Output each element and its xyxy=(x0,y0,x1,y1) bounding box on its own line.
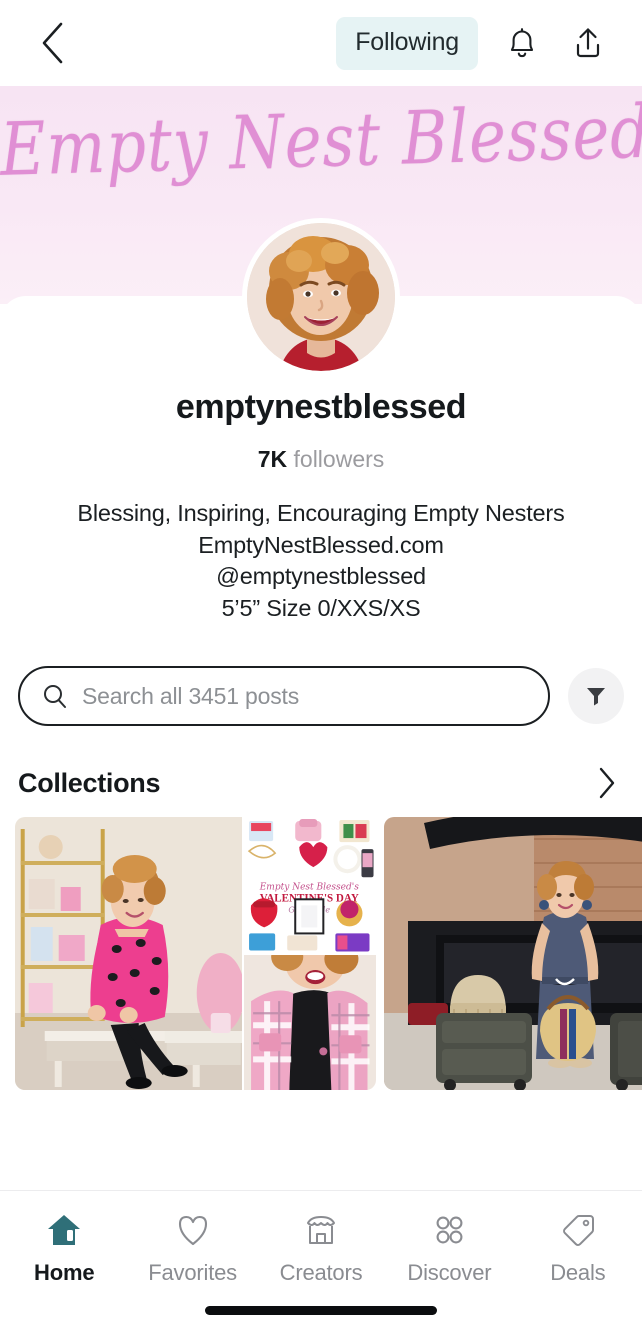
valentines-main-photo-icon xyxy=(15,817,243,1090)
collection-thumbnails: Empty Nest Blessed's VALENTINE'S DAY Gif… xyxy=(15,817,376,1090)
valentines-plaid-photo-icon xyxy=(244,954,376,1090)
collection-thumbnail xyxy=(15,817,243,1090)
storefront-icon xyxy=(307,1216,336,1244)
profile-username: emptynestblessed xyxy=(175,388,467,426)
filter-icon xyxy=(587,688,605,706)
nav-icon-wrap xyxy=(175,1211,211,1249)
nav-item-discover[interactable]: Discover xyxy=(385,1211,513,1286)
profile-bio: Blessing, Inspiring, Encouraging Empty N… xyxy=(0,498,642,625)
collection-thumbnail xyxy=(244,954,376,1090)
nav-label-home: Home xyxy=(34,1260,95,1285)
notifications-button[interactable] xyxy=(494,15,550,71)
bottom-navigation: Home Favorites Creators Discover Deals xyxy=(0,1190,642,1331)
following-button[interactable]: Following xyxy=(336,16,478,70)
search-icon xyxy=(44,685,66,708)
nav-item-favorites[interactable]: Favorites xyxy=(128,1211,256,1286)
collections-see-all-button[interactable] xyxy=(590,766,624,800)
share-icon xyxy=(576,28,600,58)
nav-label-favorites: Favorites xyxy=(148,1260,237,1285)
nav-icon-wrap xyxy=(431,1211,467,1249)
collections-list[interactable]: Empty Nest Blessed's VALENTINE'S DAY Gif… xyxy=(0,817,642,1107)
svg-text:Empty Nest Blessed's: Empty Nest Blessed's xyxy=(259,882,360,892)
chevron-right-icon xyxy=(599,767,615,799)
banner-script-text: Empty Nest Blessed xyxy=(0,88,642,193)
search-row: Search all 3451 posts xyxy=(0,666,642,726)
back-button[interactable] xyxy=(30,20,76,66)
nav-label-creators: Creators xyxy=(279,1260,363,1285)
nav-label-deals: Deals xyxy=(550,1260,606,1285)
nav-icon-wrap xyxy=(302,1211,340,1249)
app-root: Following Empty Nest Blessed emptynestbl… xyxy=(0,0,642,1331)
nav-label-discover: Discover xyxy=(407,1260,492,1285)
collections-title: Collections xyxy=(18,767,161,798)
avatar[interactable] xyxy=(242,218,400,376)
collections-header: Collections xyxy=(0,766,642,800)
nav-item-creators[interactable]: Creators xyxy=(257,1211,385,1286)
collection-thumbnail xyxy=(384,817,642,1090)
home-indicator xyxy=(205,1306,437,1315)
bio-line: Blessing, Inspiring, Encouraging Empty N… xyxy=(77,500,565,526)
avatar-photo-icon xyxy=(247,223,395,371)
nav-icon-wrap xyxy=(560,1211,596,1249)
bio-line: 5’5” Size 0/XXS/XS xyxy=(221,595,421,622)
tag-icon xyxy=(562,1215,594,1246)
follower-count-value: 7K xyxy=(257,446,288,472)
follower-count-label: followers xyxy=(293,446,385,472)
filter-button[interactable] xyxy=(568,668,624,724)
nav-item-deals[interactable]: Deals xyxy=(514,1211,642,1286)
collection-card[interactable]: Empty Nest Blessed's VALENTINE'S DAY Gif… xyxy=(15,817,376,1107)
nav-item-home[interactable]: Home xyxy=(0,1211,128,1286)
grid-dots-icon xyxy=(436,1216,463,1244)
bio-line: EmptyNestBlessed.com xyxy=(198,531,444,558)
valentines-giftguide-photo-icon: Empty Nest Blessed's VALENTINE'S DAY Gif… xyxy=(244,817,376,953)
share-button[interactable] xyxy=(560,15,616,71)
bio-line: @emptynestblessed xyxy=(216,563,426,590)
travel-main-photo-icon xyxy=(384,817,642,1090)
chevron-left-icon xyxy=(42,22,63,64)
home-icon xyxy=(48,1215,81,1245)
bell-icon xyxy=(510,28,534,58)
collection-thumbnails xyxy=(384,817,642,1090)
search-input[interactable]: Search all 3451 posts xyxy=(18,666,550,726)
top-bar: Following xyxy=(0,0,642,86)
collection-thumbnail: Empty Nest Blessed's VALENTINE'S DAY Gif… xyxy=(244,817,376,953)
collection-thumbnail-column: Empty Nest Blessed's VALENTINE'S DAY Gif… xyxy=(244,817,376,1090)
nav-icon-wrap xyxy=(45,1211,83,1249)
search-placeholder: Search all 3451 posts xyxy=(82,682,299,709)
avatar-image xyxy=(247,223,395,371)
follower-count: 7K followers xyxy=(0,446,642,473)
profile-info: emptynestblessed 7K followers Blessing, … xyxy=(0,388,642,625)
heart-icon xyxy=(178,1215,207,1246)
collection-card[interactable]: Travel Looks xyxy=(384,817,642,1107)
